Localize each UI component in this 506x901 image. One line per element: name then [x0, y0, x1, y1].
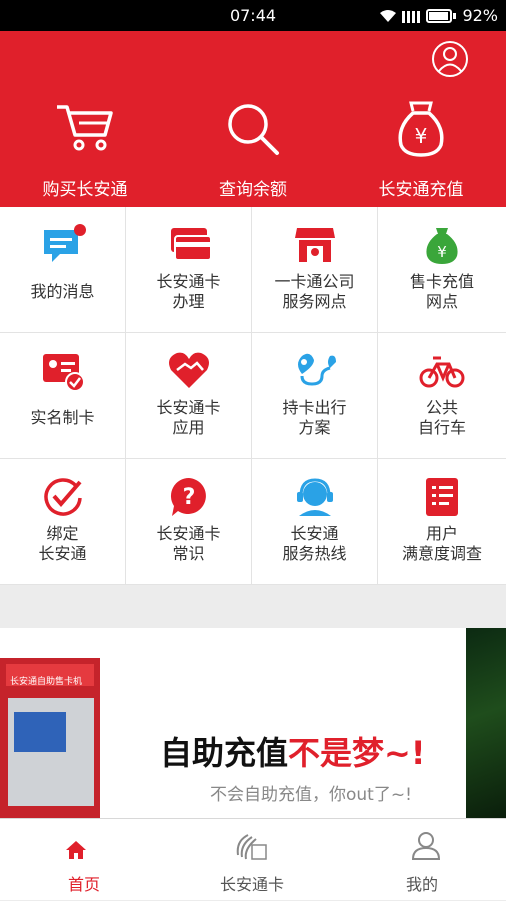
grid-item-label-line2: 服务热线	[282, 544, 347, 563]
grid-item-label-line1: 长安通卡	[156, 398, 221, 417]
profile-button[interactable]	[431, 40, 469, 78]
status-bar: 07:44 92%	[0, 0, 506, 31]
grid-item-label-line2: 满意度调查	[401, 544, 482, 563]
route-pin-icon	[297, 353, 336, 386]
question-bubble-icon: ?	[170, 477, 206, 516]
grid-item-label: 我的消息	[30, 282, 95, 301]
banner-subtitle: 不会自助充值，你out了~!	[210, 785, 412, 805]
grid-item-card-faq[interactable]: ? 长安通卡 常识	[126, 459, 252, 585]
message-bubble-icon	[43, 224, 86, 262]
user-icon	[411, 832, 441, 860]
customer-service-icon	[296, 478, 333, 516]
svg-text:¥: ¥	[437, 243, 447, 261]
user-avatar-icon	[432, 41, 468, 77]
battery-percent: 92%	[462, 6, 498, 25]
grid-item-label-line2: 长安通	[38, 544, 87, 563]
grid-item-label-line2: 方案	[298, 418, 331, 437]
checkmark-circle-icon	[43, 478, 82, 516]
grid-item-card-application[interactable]: 长安通卡 办理	[126, 207, 252, 333]
search-icon	[228, 104, 279, 155]
store-icon	[294, 228, 335, 262]
survey-list-icon	[426, 478, 458, 516]
grid-item-label: 实名制卡	[30, 408, 95, 427]
signal-icon	[402, 10, 421, 23]
grid-item-public-bicycle[interactable]: 公共 自行车	[378, 333, 506, 459]
grid-item-label-line2: 网点	[425, 292, 458, 311]
bicycle-icon	[419, 356, 465, 388]
grid-item-label-line1: 绑定	[46, 524, 79, 543]
grid-item-label-line2: 服务网点	[282, 292, 347, 311]
grid-item-label-line2: 办理	[172, 292, 205, 311]
grid-item-bind-card[interactable]: 绑定 长安通	[0, 459, 126, 585]
tab-profile[interactable]: 我的	[338, 819, 506, 901]
grid-item-real-name-card[interactable]: 实名制卡	[0, 333, 126, 459]
grid-item-label-line1: 一卡通公司	[274, 272, 355, 291]
card-logo-icon	[236, 834, 267, 860]
svg-text:?: ?	[182, 485, 195, 510]
grid-item-label-line1: 长安通	[290, 524, 339, 543]
bottom-tab-bar: 首页 长安通卡 我的	[0, 818, 506, 900]
grid-item-satisfaction-survey[interactable]: 用户 满意度调查	[378, 459, 506, 585]
banner-side-image	[466, 628, 506, 818]
tab-card-label: 长安通卡	[219, 875, 284, 894]
grid-item-travel-plan[interactable]: 持卡出行 方案	[252, 333, 378, 459]
home-icon	[66, 841, 86, 859]
function-grid: 我的消息 长安通卡 办理 一卡通公司 服务网点 ¥ 售卡充值 网点 实名制卡 长…	[0, 207, 506, 585]
grid-item-label-line2: 应用	[172, 418, 205, 437]
grid-item-label-line1: 长安通卡	[156, 272, 221, 291]
id-card-icon	[42, 354, 85, 392]
status-icons: 92%	[380, 6, 498, 25]
tab-home-label: 首页	[67, 875, 100, 894]
tab-profile-label: 我的	[405, 875, 438, 894]
grid-item-label-line2: 自行车	[417, 418, 466, 437]
grid-item-my-messages[interactable]: 我的消息	[0, 207, 126, 333]
svg-text:¥: ¥	[415, 124, 428, 148]
grid-item-label-line1: 持卡出行	[282, 398, 347, 417]
kiosk-header-text: 长安通自助售卡机	[10, 677, 83, 687]
grid-item-service-outlets[interactable]: 一卡通公司 服务网点	[252, 207, 378, 333]
grid-item-label-line1: 长安通卡	[156, 524, 221, 543]
grid-item-label-line1: 售卡充值	[409, 272, 474, 291]
money-bag-green-icon: ¥	[426, 228, 458, 264]
money-bag-icon: ¥	[398, 101, 444, 157]
grid-item-card-usage[interactable]: 长安通卡 应用	[126, 333, 252, 459]
buy-card-label: 购买长安通	[42, 180, 128, 200]
header: 购买长安通 查询余额 ¥ 长安通充值	[0, 31, 506, 207]
check-balance-label: 查询余额	[219, 180, 287, 200]
kiosk-image: 长安通自助售卡机	[0, 658, 100, 818]
card-icon	[170, 228, 211, 261]
grid-item-label-line1: 公共	[425, 398, 458, 417]
grid-item-label-line1: 用户	[425, 524, 458, 543]
grid-item-service-hotline[interactable]: 长安通 服务热线	[252, 459, 378, 585]
tab-home[interactable]: 首页	[0, 819, 168, 901]
shopping-cart-icon	[57, 105, 113, 151]
battery-icon	[426, 8, 453, 23]
recharge-label: 长安通充值	[378, 180, 464, 200]
grid-item-sales-points[interactable]: ¥ 售卡充值 网点	[378, 207, 506, 333]
wifi-icon	[380, 9, 397, 22]
handshake-heart-icon	[168, 352, 209, 388]
grid-item-label-line2: 常识	[172, 544, 205, 563]
banner-title: 自助充值不是梦~!	[160, 734, 426, 772]
tab-card[interactable]: 长安通卡	[168, 819, 336, 901]
promo-banner[interactable]: 长安通自助售卡机 自助充值不是梦~! 不会自助充值，你out了~!	[0, 628, 506, 818]
